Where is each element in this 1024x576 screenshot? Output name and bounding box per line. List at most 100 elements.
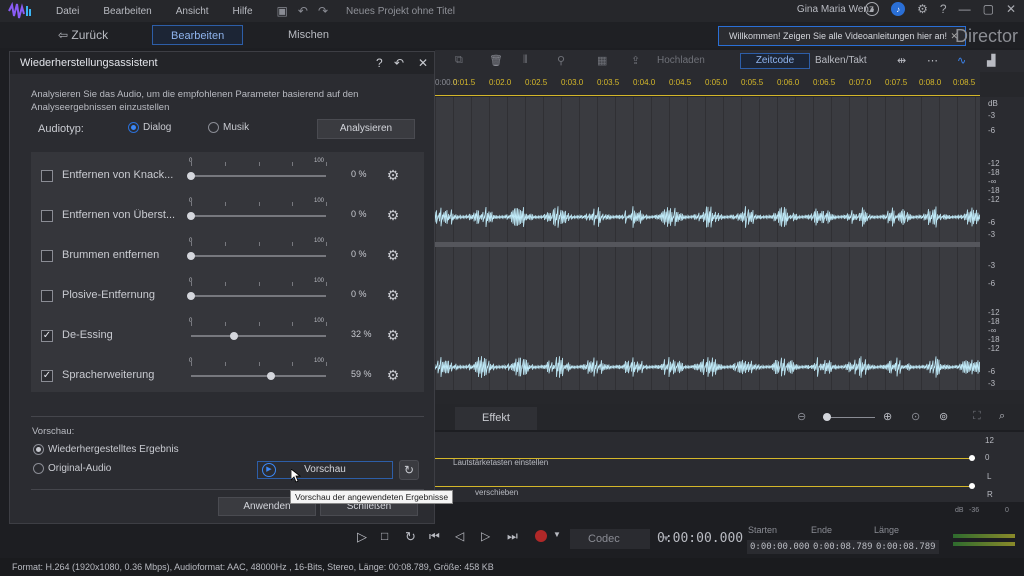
pan-keyframe[interactable] <box>969 483 975 489</box>
settings-gear-icon[interactable]: ⚙ <box>383 285 403 305</box>
settings-gear-icon[interactable]: ⚙ <box>917 2 928 16</box>
welcome-banner[interactable]: Willkommen! Zeigen Sie alle Videoanleitu… <box>718 26 966 46</box>
zoom-selection-icon[interactable]: ⊚ <box>939 410 948 423</box>
preview-button[interactable]: ▶ Vorschau <box>257 461 393 479</box>
rewind-icon[interactable]: ◁ <box>455 529 464 543</box>
codec-dropdown[interactable]: Codec ▼ <box>570 529 670 549</box>
tab-bearbeiten[interactable]: Bearbeiten <box>152 25 244 45</box>
minimize-icon[interactable]: — <box>959 2 971 16</box>
settings-gear-icon[interactable]: ⚙ <box>383 205 403 225</box>
search-icon[interactable]: ⌕ <box>999 410 1005 423</box>
volume-keyframe[interactable] <box>969 455 975 461</box>
analyze-button[interactable]: Analysieren <box>317 119 415 139</box>
stop-icon[interactable]: □ <box>381 529 388 543</box>
tab-mischen[interactable]: Mischen <box>270 25 347 45</box>
zoom-fit-icon[interactable]: ⊙ <box>911 410 920 423</box>
param-slider[interactable] <box>187 172 326 180</box>
param-row: ✓ De-Essing 0 100 32 % ⚙ <box>31 315 424 355</box>
slider-thumb[interactable] <box>187 292 195 300</box>
upload-label[interactable]: Hochladen <box>657 55 705 66</box>
waveform-area[interactable] <box>435 97 980 390</box>
pan-row[interactable]: verschieben L R <box>435 466 1024 499</box>
start-label: Starten <box>748 525 778 535</box>
loop-icon[interactable]: ↻ <box>405 529 416 545</box>
previous-icon[interactable]: ⏮ <box>429 529 440 544</box>
split-icon[interactable]: ⫴ <box>523 54 528 67</box>
dialog-help-icon[interactable]: ? <box>376 52 383 74</box>
play-icon[interactable]: ▷ <box>357 529 367 545</box>
snap-icon[interactable]: ⋯ <box>927 54 938 67</box>
zoom-in-icon[interactable]: ⊕ <box>883 410 892 423</box>
param-checkbox[interactable]: ✓ <box>41 370 53 382</box>
param-checkbox[interactable] <box>41 210 53 222</box>
trash-icon[interactable]: 🗑 <box>489 54 503 67</box>
param-slider[interactable] <box>191 372 326 380</box>
timecode-button[interactable]: Zeitcode <box>740 53 810 69</box>
param-label: Plosive-Entfernung <box>62 289 155 301</box>
menu-ansicht[interactable]: Ansicht <box>176 6 209 17</box>
bars-button[interactable]: Balken/Takt <box>815 55 867 66</box>
record-icon[interactable] <box>535 530 547 542</box>
settings-gear-icon[interactable]: ⚙ <box>383 365 403 385</box>
param-checkbox[interactable]: ✓ <box>41 330 53 342</box>
redo-icon[interactable]: ↷ <box>318 4 328 18</box>
next-icon[interactable]: ⏭ <box>507 529 518 544</box>
settings-gear-icon[interactable]: ⚙ <box>383 245 403 265</box>
param-checkbox[interactable] <box>41 250 53 262</box>
back-button[interactable]: ⇦ Zurück <box>58 28 108 42</box>
slider-thumb[interactable] <box>266 372 275 380</box>
menu-datei[interactable]: Datei <box>56 6 79 17</box>
length-value[interactable]: 0:00:08.789 <box>873 540 939 554</box>
radio-dialog[interactable]: Dialog <box>128 122 171 133</box>
fullscreen-icon[interactable]: ⛶ <box>973 410 981 423</box>
zoom-out-icon[interactable]: ⊖ <box>797 410 806 423</box>
dialog-undo-icon[interactable]: ↶ <box>394 52 404 74</box>
menu-hilfe[interactable]: Hilfe <box>233 6 253 17</box>
slider-thumb[interactable] <box>187 252 195 260</box>
volume-row[interactable]: Lautstärketasten einstellen 12 0 <box>435 432 1024 467</box>
radio-music[interactable]: Musik <box>208 122 249 133</box>
dialog-close-icon[interactable]: ✕ <box>418 52 428 74</box>
copy-icon[interactable]: ⧉ <box>455 54 463 67</box>
close-window-icon[interactable]: ✕ <box>1006 2 1016 16</box>
marker-icon[interactable]: ⚲ <box>557 54 565 67</box>
divider <box>31 416 424 417</box>
forward-icon[interactable]: ▷ <box>481 529 490 543</box>
param-slider[interactable] <box>187 252 326 260</box>
param-slider[interactable] <box>187 292 326 300</box>
film-icon[interactable]: ▦ <box>597 54 607 67</box>
time-ruler[interactable]: 0:00.0 0:01.5 0:02.0 0:02.5 0:03.0 0:03.5 0:04… <box>435 72 980 96</box>
param-slider[interactable] <box>187 212 326 220</box>
param-checkbox[interactable] <box>41 290 53 302</box>
zoom-slider-thumb[interactable] <box>823 413 831 421</box>
slider-thumb[interactable] <box>187 212 195 220</box>
menu-bearbeiten[interactable]: Bearbeiten <box>103 6 151 17</box>
db-label: -6 <box>988 218 996 227</box>
reset-icon[interactable]: ↻ <box>399 460 419 480</box>
wave-view-icon[interactable]: ∿ <box>957 54 966 67</box>
record-dropdown-icon[interactable]: ▼ <box>553 530 561 539</box>
help-icon[interactable]: ? <box>940 2 947 16</box>
end-value[interactable]: 0:00:08.789 <box>810 540 876 554</box>
settings-gear-icon[interactable]: ⚙ <box>383 325 403 345</box>
radio-original[interactable]: Original-Audio <box>33 463 111 474</box>
waveform-zoom-icon[interactable]: ⇹ <box>897 54 906 67</box>
maximize-icon[interactable]: ▢ <box>983 2 994 16</box>
tab-effekt[interactable]: Effekt <box>455 407 537 430</box>
notification-icon[interactable]: ♪ <box>891 2 906 16</box>
param-checkbox[interactable] <box>41 170 53 182</box>
slider-thumb[interactable] <box>187 172 195 180</box>
db-label: -∞ <box>988 326 997 335</box>
spectrum-view-icon[interactable]: ▟ <box>987 54 995 67</box>
slider-thumb[interactable] <box>230 332 239 340</box>
start-value[interactable]: 0:00:00.000 <box>747 540 813 554</box>
undo-icon[interactable]: ↶ <box>298 4 308 18</box>
save-icon[interactable]: ▣ <box>277 4 288 18</box>
upload-icon[interactable]: ⇪ <box>631 54 640 67</box>
account-icon[interactable]: ● <box>865 2 880 16</box>
radio-restored[interactable]: Wiederhergestelltes Ergebnis <box>33 444 179 455</box>
param-slider[interactable] <box>191 332 326 340</box>
settings-gear-icon[interactable]: ⚙ <box>383 165 403 185</box>
user-name[interactable]: Gina Maria Wenz <box>797 4 874 15</box>
ruler-tick-label: 0:04.0 <box>633 78 656 87</box>
